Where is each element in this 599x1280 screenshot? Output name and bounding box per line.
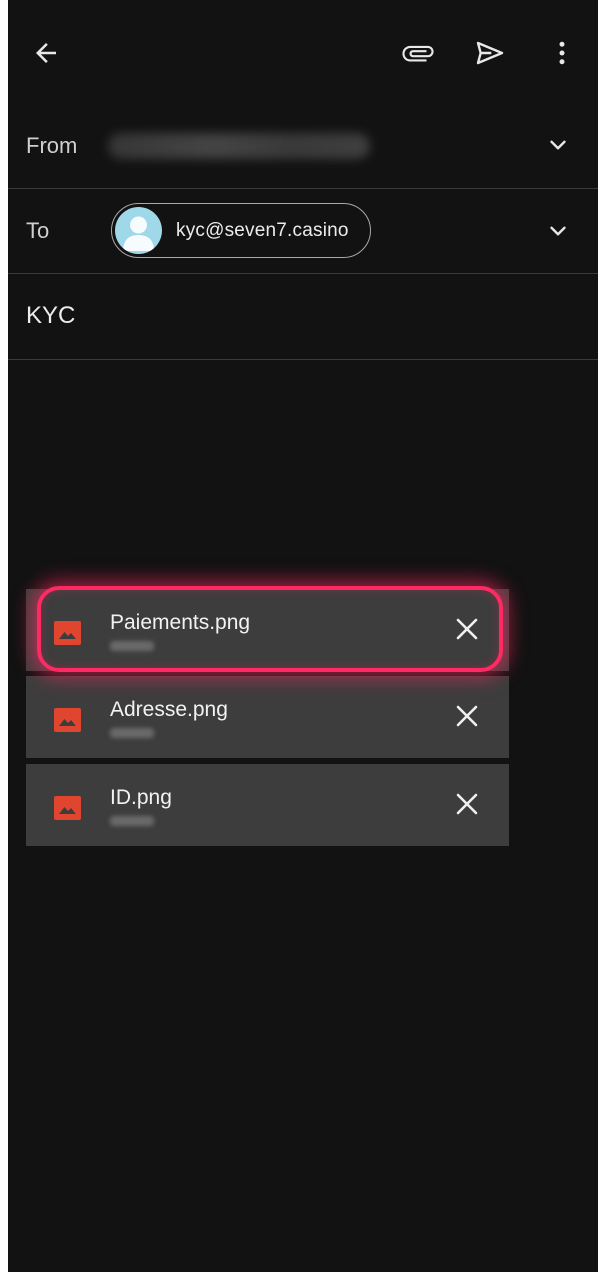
remove-attachment-button[interactable] [447, 784, 487, 824]
divider [8, 273, 598, 274]
image-file-icon [54, 621, 81, 645]
paperclip-icon [402, 45, 434, 62]
arrow-left-icon [36, 43, 56, 63]
from-expand-button[interactable] [540, 127, 576, 163]
attachment-size-blurred [110, 728, 154, 738]
recipient-chip[interactable]: kyc@seven7.casino [111, 203, 371, 258]
close-icon [456, 618, 478, 640]
compose-screen: From To kyc@seven7.casino KYC Paiements.… [8, 0, 598, 1272]
divider [8, 188, 598, 189]
from-address-blurred[interactable] [108, 133, 370, 159]
send-icon [476, 41, 504, 65]
send-button[interactable] [466, 29, 514, 77]
attachment-name: Paiements.png [110, 611, 251, 634]
attach-button[interactable] [394, 29, 442, 77]
close-icon [456, 705, 478, 727]
attachment-item[interactable]: Adresse.png [26, 676, 509, 758]
to-label: To [26, 218, 50, 243]
attachment-size-blurred [110, 816, 154, 826]
back-button[interactable] [22, 29, 70, 77]
more-vert-icon [559, 41, 565, 65]
attachment-item[interactable]: Paiements.png [26, 589, 509, 671]
attachment-name: Adresse.png [110, 698, 228, 721]
remove-attachment-button[interactable] [447, 609, 487, 649]
remove-attachment-button[interactable] [447, 696, 487, 736]
image-file-icon [54, 796, 81, 820]
to-expand-button[interactable] [540, 213, 576, 249]
more-options-button[interactable] [538, 29, 586, 77]
chevron-down-icon [550, 226, 566, 236]
chevron-down-icon [550, 140, 566, 150]
recipient-email: kyc@seven7.casino [176, 219, 349, 241]
subject-field[interactable]: KYC [26, 302, 75, 330]
close-icon [456, 793, 478, 815]
image-file-icon [54, 708, 81, 732]
attachment-item[interactable]: ID.png [26, 764, 509, 846]
divider [8, 359, 598, 360]
attachment-size-blurred [110, 641, 154, 651]
attachment-name: ID.png [110, 786, 172, 809]
person-icon [123, 216, 154, 251]
from-label: From [26, 133, 78, 158]
avatar [115, 207, 162, 254]
top-app-bar [8, 0, 598, 104]
